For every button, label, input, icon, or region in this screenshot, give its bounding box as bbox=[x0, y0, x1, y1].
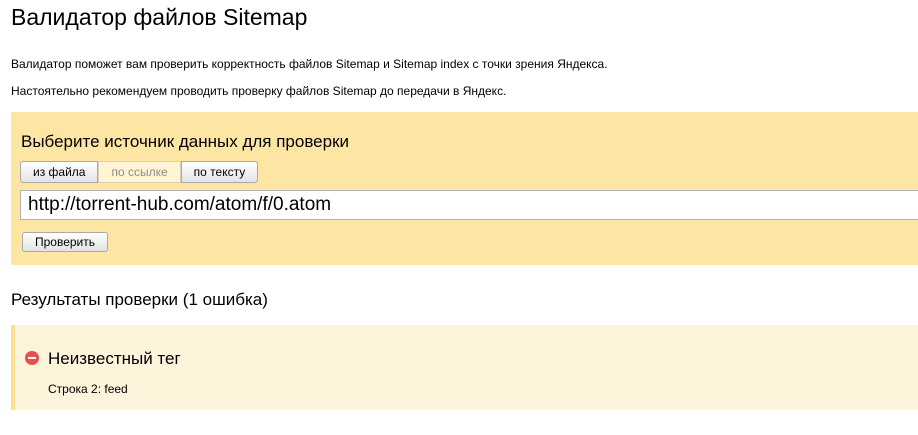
page-title: Валидатор файлов Sitemap bbox=[11, 4, 308, 30]
tab-from-file[interactable]: из файла bbox=[20, 161, 99, 183]
results-title: Результаты проверки (1 ошибка) bbox=[11, 290, 268, 309]
tab-by-link[interactable]: по ссылке bbox=[98, 161, 181, 183]
url-input[interactable] bbox=[20, 190, 918, 220]
source-panel: Выберите источник данных для проверки из… bbox=[11, 112, 918, 265]
check-button[interactable]: Проверить bbox=[22, 232, 109, 252]
error-minus-circle-icon bbox=[25, 351, 39, 365]
recommendation-text: Настоятельно рекомендуем проводить прове… bbox=[11, 84, 507, 98]
error-detail: Строка 2: feed bbox=[48, 382, 128, 396]
intro-text: Валидатор поможет вам проверить корректн… bbox=[11, 57, 608, 71]
source-title: Выберите источник данных для проверки bbox=[21, 132, 350, 151]
source-tabs: из файла по ссылке по тексту bbox=[20, 161, 259, 183]
error-item: Неизвестный тег Строка 2: feed bbox=[11, 325, 918, 410]
tab-by-text[interactable]: по тексту bbox=[180, 161, 259, 183]
error-title: Неизвестный тег bbox=[48, 349, 181, 368]
